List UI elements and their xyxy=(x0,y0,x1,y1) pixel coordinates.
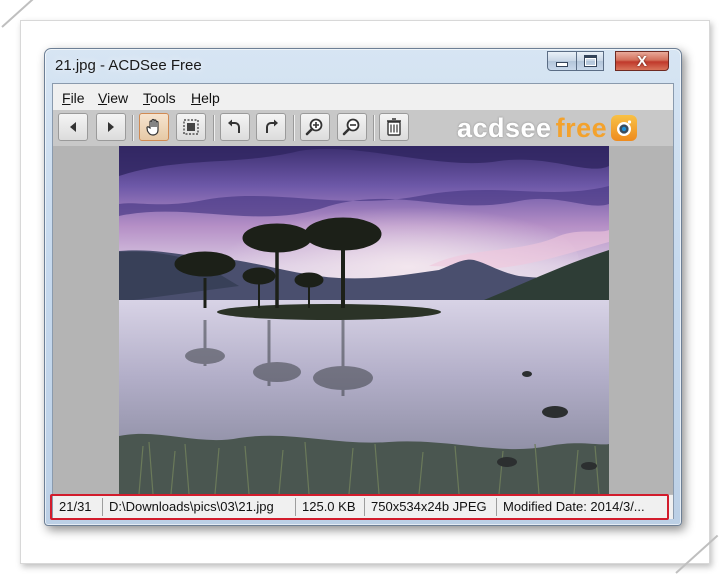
trash-icon xyxy=(387,118,401,136)
status-divider xyxy=(102,498,103,516)
menu-file[interactable]: File xyxy=(62,90,85,106)
triangle-left-icon xyxy=(70,122,76,132)
toolbar-separator xyxy=(213,115,215,141)
fit-to-window-button[interactable] xyxy=(176,113,206,141)
status-divider xyxy=(295,498,296,516)
maximize-button[interactable] xyxy=(576,51,604,71)
menu-tools[interactable]: Tools xyxy=(143,90,176,106)
client-area: File View Tools Help acdsee free 21/31 D… xyxy=(50,83,674,520)
acdsee-window: 21.jpg - ACDSee Free X File View Tools H… xyxy=(44,48,682,526)
zoom-in-icon xyxy=(305,118,323,136)
zoom-out-button[interactable] xyxy=(337,113,367,141)
status-bar: 21/31 D:\Downloads\pics\03\21.jpg 125.0 … xyxy=(50,494,673,520)
menu-help[interactable]: Help xyxy=(191,90,220,106)
window-title: 21.jpg - ACDSee Free xyxy=(55,57,202,74)
close-button[interactable]: X xyxy=(615,51,669,71)
status-file-path: D:\Downloads\pics\03\21.jpg xyxy=(109,499,274,514)
close-icon: X xyxy=(636,52,647,70)
next-button[interactable] xyxy=(96,113,126,141)
minimize-button[interactable] xyxy=(547,51,577,71)
maximize-icon xyxy=(583,55,597,67)
menu-view[interactable]: View xyxy=(98,90,128,106)
previous-button[interactable] xyxy=(58,113,88,141)
rotate-left-icon xyxy=(228,119,240,133)
toolbar-separator xyxy=(132,115,134,141)
status-modified-date: Modified Date: 2014/3/... xyxy=(503,499,645,514)
title-bar[interactable]: 21.jpg - ACDSee Free X xyxy=(45,49,681,83)
status-divider xyxy=(496,498,497,516)
toolbar: acdsee free xyxy=(53,110,673,146)
toolbar-separator xyxy=(293,115,295,141)
hand-icon xyxy=(146,118,159,136)
image-viewer[interactable] xyxy=(53,146,673,494)
rotate-left-button[interactable] xyxy=(220,113,250,141)
acdsee-free-logo: acdsee free xyxy=(457,112,671,144)
toolbar-separator xyxy=(373,115,375,141)
status-divider xyxy=(364,498,365,516)
delete-button[interactable] xyxy=(379,113,409,141)
status-image-index: 21/31 xyxy=(59,499,92,514)
menu-bar: File View Tools Help xyxy=(53,84,673,110)
fit-window-icon xyxy=(183,119,199,135)
camera-logo-icon xyxy=(611,115,638,141)
status-dimensions: 750x534x24b JPEG xyxy=(371,499,487,514)
rotate-right-icon xyxy=(266,119,278,133)
rotate-right-button[interactable] xyxy=(256,113,286,141)
hand-tool-button[interactable] xyxy=(139,113,169,141)
zoom-out-icon xyxy=(342,118,360,136)
status-file-size: 125.0 KB xyxy=(302,499,356,514)
triangle-right-icon xyxy=(108,122,114,132)
zoom-in-button[interactable] xyxy=(300,113,330,141)
minimize-icon xyxy=(556,61,568,67)
landscape-photo[interactable] xyxy=(119,146,609,494)
